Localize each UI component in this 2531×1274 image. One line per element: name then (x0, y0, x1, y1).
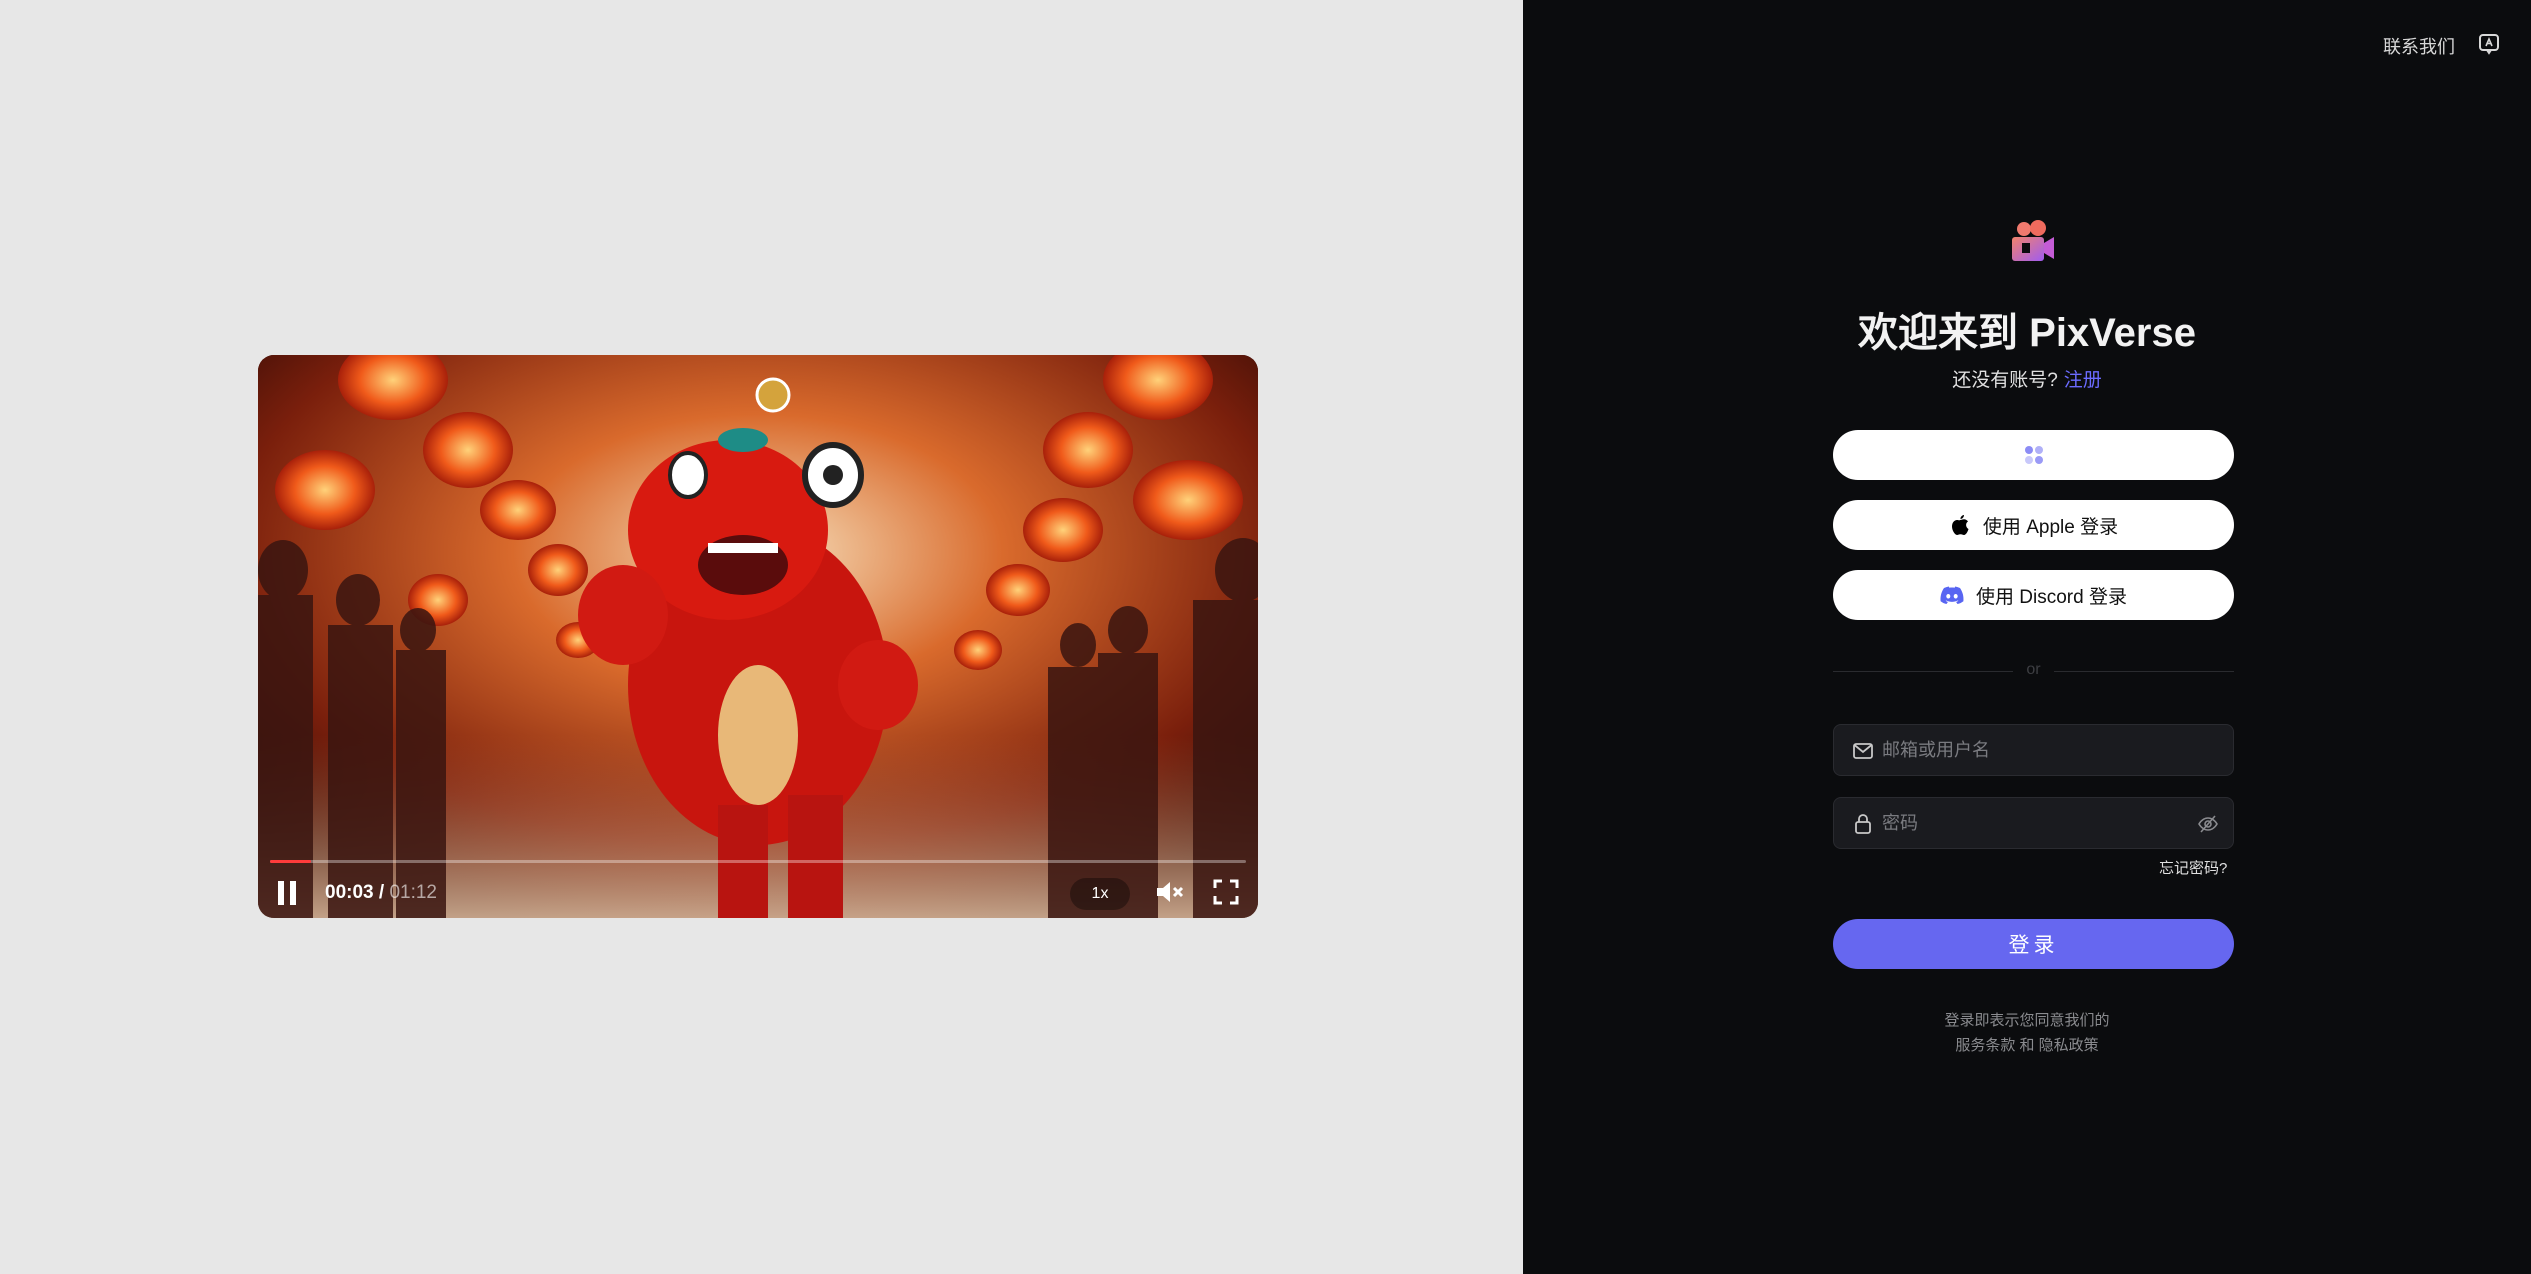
forgot-password-link[interactable]: 忘记密码? (2159, 857, 2227, 878)
signup-link[interactable]: 注册 (2064, 370, 2102, 391)
pixverse-logo-icon (2012, 220, 2054, 261)
pause-button[interactable] (272, 878, 302, 908)
password-input[interactable] (1882, 812, 2182, 834)
contact-chat-icon[interactable] (2478, 33, 2500, 55)
mute-icon (1157, 882, 1184, 902)
apple-login-label: 使用 Apple 登录 (1982, 516, 2119, 538)
signup-prompt: 还没有账号? 注册 (1523, 365, 2531, 392)
pause-icon (278, 881, 296, 905)
google-login-button[interactable] (1833, 430, 2234, 480)
current-time: 00:03 (325, 882, 374, 903)
page-title: 欢迎来到 PixVerse (1858, 311, 2196, 355)
divider-line-right (2054, 671, 2234, 672)
progress-bar[interactable] (270, 860, 1246, 863)
login-button[interactable]: 登录 (1833, 919, 2234, 969)
mute-button[interactable] (1154, 876, 1186, 908)
no-account-text: 还没有账号? (1952, 370, 2058, 391)
or-divider: or (1833, 660, 2234, 684)
video-controls: 00:03 / 01:12 1x (258, 866, 1258, 918)
video-panel: 00:03 / 01:12 1x (0, 0, 1523, 1274)
lock-icon (1855, 814, 1871, 834)
loading-dots-icon (2024, 446, 2043, 464)
password-field (1833, 797, 2234, 849)
discord-login-button[interactable]: 使用 Discord 登录 (1833, 570, 2234, 620)
email-input[interactable] (1882, 739, 2182, 761)
apple-login-button[interactable]: 使用 Apple 登录 (1833, 500, 2234, 550)
terms-notice: 登录即表示您同意我们的 服务条款 和 隐私政策 (1523, 1008, 2531, 1058)
discord-icon (1940, 586, 1964, 604)
email-field (1833, 724, 2234, 776)
progress-fill (270, 860, 311, 863)
discord-login-label: 使用 Discord 登录 (1976, 586, 2127, 608)
auth-panel: 联系我们 欢迎来到 PixVerse 还没有账号? 注册 使用 Apple 登录 … (1523, 0, 2531, 1274)
mail-icon (1853, 743, 1873, 759)
fullscreen-button[interactable] (1210, 876, 1242, 908)
terms-and-text: 和 (2015, 1037, 2039, 1054)
time-display: 00:03 / 01:12 (325, 882, 437, 904)
duration: 01:12 (389, 882, 437, 903)
video-frame (258, 355, 1258, 918)
video-player[interactable]: 00:03 / 01:12 1x (258, 355, 1258, 918)
terms-line-2: 服务条款 和 隐私政策 (1523, 1033, 2531, 1058)
fullscreen-icon (1213, 879, 1239, 905)
apple-icon (1951, 515, 1969, 535)
terms-of-service-link[interactable]: 服务条款 (1955, 1037, 2015, 1054)
privacy-policy-link[interactable]: 隐私政策 (2039, 1037, 2099, 1054)
playback-speed-button[interactable]: 1x (1070, 878, 1130, 910)
time-separator: / (373, 882, 390, 903)
terms-line-1: 登录即表示您同意我们的 (1944, 1012, 2110, 1029)
contact-us-link[interactable]: 联系我们 (2383, 33, 2455, 59)
eye-off-icon[interactable] (2197, 813, 2219, 835)
divider-text: or (2026, 661, 2041, 678)
